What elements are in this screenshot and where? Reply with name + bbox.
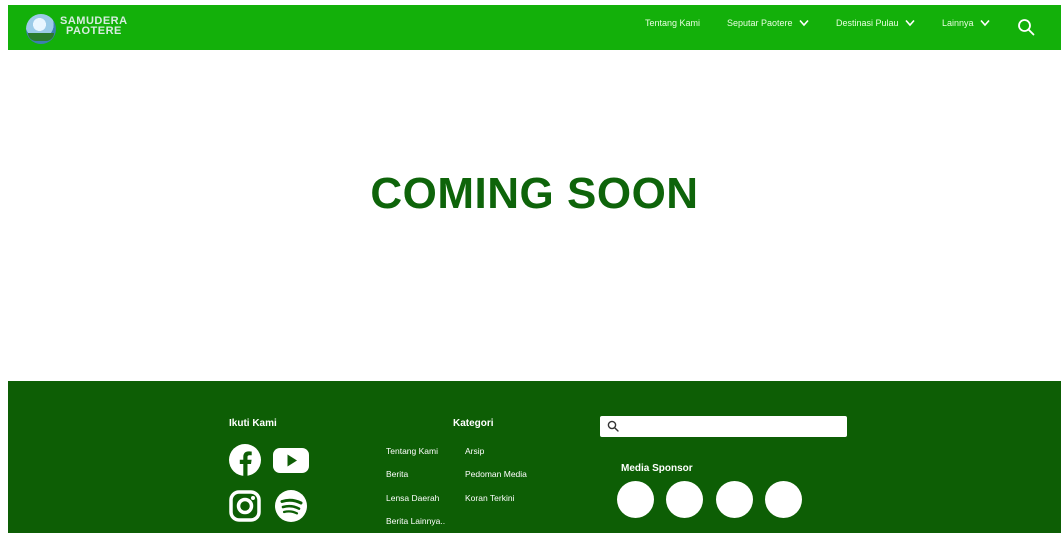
nav-label: Lainnya xyxy=(942,18,974,28)
chevron-down-icon xyxy=(798,19,809,27)
top-navbar: SAMUDERA PAOTERE Tentang Kami Seputar Pa… xyxy=(8,5,1061,50)
footer-link-berita[interactable]: Berita xyxy=(386,469,408,479)
sponsor-logo[interactable] xyxy=(765,481,802,518)
category-heading: Kategori xyxy=(453,418,494,429)
facebook-icon[interactable] xyxy=(228,443,262,477)
logo-wordmark: SAMUDERA PAOTERE xyxy=(60,15,128,37)
nav-label: Seputar Paotere xyxy=(727,18,793,28)
logo-emblem xyxy=(26,14,56,44)
media-sponsor-heading: Media Sponsor xyxy=(621,463,693,474)
chevron-down-icon xyxy=(904,19,915,27)
footer-search-box xyxy=(600,416,847,437)
footer-link-lensa-daerah[interactable]: Lensa Daerah xyxy=(386,493,439,503)
instagram-icon[interactable] xyxy=(228,489,262,523)
nav-item-tentang-kami[interactable]: Tentang Kami xyxy=(645,18,700,28)
nav-item-destinasi-pulau[interactable]: Destinasi Pulau xyxy=(836,18,915,28)
coming-soon-heading: COMING SOON xyxy=(370,169,699,218)
follow-heading: Ikuti Kami xyxy=(229,418,277,429)
page: SAMUDERA PAOTERE Tentang Kami Seputar Pa… xyxy=(8,5,1061,533)
sponsor-logo[interactable] xyxy=(617,481,654,518)
footer: Ikuti Kami Kategori Tentang Kami Berita … xyxy=(8,381,1061,533)
chevron-down-icon xyxy=(979,19,990,27)
sponsor-logo[interactable] xyxy=(666,481,703,518)
youtube-icon[interactable] xyxy=(272,443,310,477)
footer-search-input[interactable] xyxy=(626,418,845,437)
nav-label: Destinasi Pulau xyxy=(836,18,899,28)
nav-item-lainnya[interactable]: Lainnya xyxy=(942,18,990,28)
nav-label: Tentang Kami xyxy=(645,18,701,28)
footer-link-koran-terkini[interactable]: Koran Terkini xyxy=(465,493,514,503)
footer-link-berita-lainnya[interactable]: Berita Lainnya.. xyxy=(386,516,445,526)
footer-link-pedoman-media[interactable]: Pedoman Media xyxy=(465,469,527,479)
nav-item-seputar-paotere[interactable]: Seputar Paotere xyxy=(727,18,809,28)
search-icon[interactable] xyxy=(1017,18,1035,36)
spotify-icon[interactable] xyxy=(274,489,308,523)
footer-link-arsip[interactable]: Arsip xyxy=(465,446,484,456)
site-logo[interactable]: SAMUDERA PAOTERE xyxy=(26,13,128,44)
footer-link-tentang-kami[interactable]: Tentang Kami xyxy=(386,446,438,456)
search-icon[interactable] xyxy=(607,420,619,432)
sponsor-logo[interactable] xyxy=(716,481,753,518)
